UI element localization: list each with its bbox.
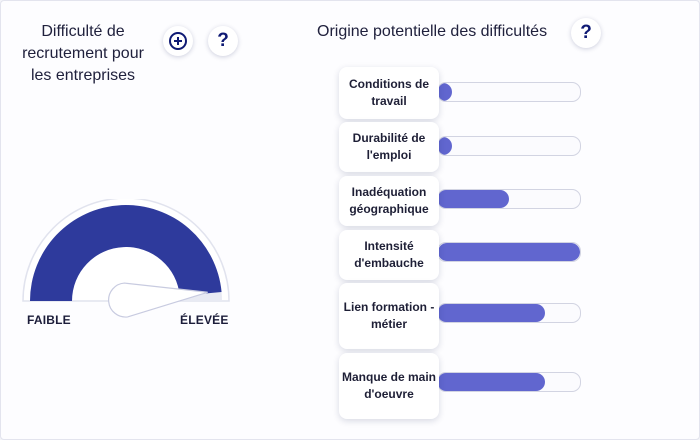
gauge-svg — [22, 197, 230, 318]
factor-label: Conditions de travail — [349, 77, 429, 108]
question-icon: ? — [217, 30, 229, 51]
origin-title: Origine potentielle des difficultés — [317, 23, 548, 40]
factor-label: Durabilité de l'emploi — [352, 131, 426, 162]
question-icon: ? — [580, 22, 592, 43]
factor-bar-track — [437, 372, 581, 392]
dashboard-card: Difficulté de recrutement pour les entre… — [0, 0, 700, 440]
factor-label: Lien formation - métier — [343, 300, 435, 331]
factor-label-card[interactable]: Inadéquation géographique — [339, 176, 439, 226]
factor-label: Intensité d'embauche — [354, 239, 424, 270]
factor-bar-fill — [438, 83, 453, 101]
factor-label-card[interactable]: Manque de main d'oeuvre — [339, 353, 439, 419]
factor-label-card[interactable]: Lien formation - métier — [339, 283, 439, 349]
add-button[interactable] — [163, 26, 193, 56]
factor-bar-track — [437, 82, 581, 102]
plus-circle-icon — [169, 32, 187, 50]
factor-label-card[interactable]: Durabilité de l'emploi — [339, 122, 439, 172]
factor-bar-track — [437, 189, 581, 209]
gauge-label-high: ÉLEVÉE — [180, 313, 229, 327]
gauge-label-low: FAIBLE — [27, 313, 71, 327]
factor-label: Inadéquation géographique — [349, 185, 429, 216]
factor-label: Manque de main d'oeuvre — [341, 370, 436, 401]
factor-label-card[interactable]: Intensité d'embauche — [339, 230, 439, 280]
help-button-left[interactable]: ? — [208, 26, 238, 56]
help-button-right[interactable]: ? — [571, 18, 601, 48]
factor-bar-track — [437, 303, 581, 323]
difficulty-gauge — [21, 197, 231, 321]
difficulty-title: Difficulté de recrutement pour les entre… — [22, 23, 144, 84]
factor-bar-track — [437, 242, 581, 262]
factor-label-card[interactable]: Conditions de travail — [339, 67, 439, 119]
factor-bar-fill — [438, 373, 545, 391]
factor-bar-fill — [438, 137, 453, 155]
factor-bar-fill — [438, 304, 545, 322]
factor-bar-fill — [438, 243, 580, 261]
factor-bar-track — [437, 136, 581, 156]
factor-bar-fill — [438, 190, 509, 208]
